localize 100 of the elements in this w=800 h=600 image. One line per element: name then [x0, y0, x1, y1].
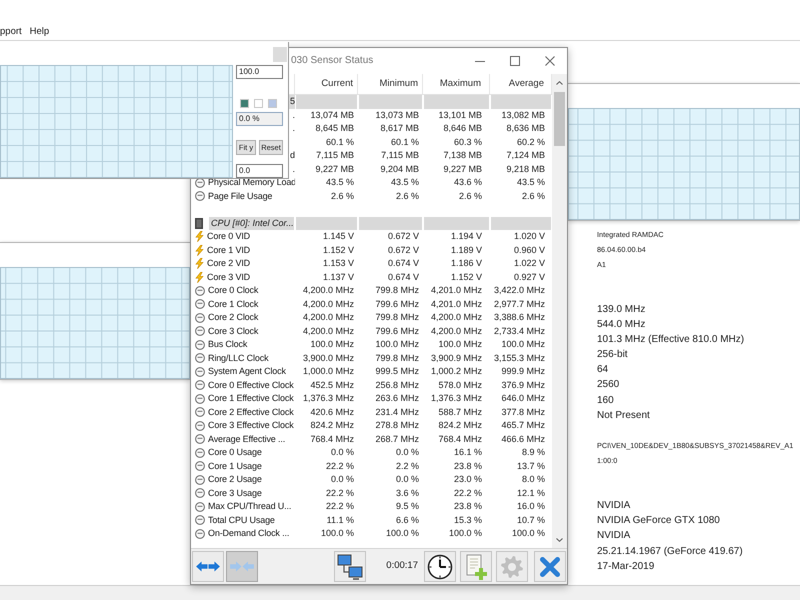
table-cell-text: 9.5 % — [396, 500, 419, 513]
table-cell-text: 1,376.3 MHz — [430, 392, 482, 405]
circle-minus-icon — [195, 191, 205, 202]
scroll-up-icon[interactable] — [556, 80, 563, 84]
detail-value: 2560 — [597, 380, 620, 390]
table-cell-text: 22.2 % — [326, 460, 354, 472]
table-cell-text: 100.0 % — [512, 527, 545, 540]
table-cell-text: 8.9 % — [522, 446, 545, 459]
circle-minus-icon — [195, 340, 205, 350]
swatch-icon[interactable] — [268, 99, 277, 108]
chip-icon — [195, 218, 203, 229]
sensor-name: Core 2 Effective Clock — [208, 406, 294, 418]
table-cell-text: 13.7 % — [516, 460, 545, 472]
table-cell-text: 8,617 MB — [380, 122, 419, 135]
sensor-name: Core 1 Effective Clock — [208, 392, 294, 405]
network-button[interactable] — [334, 551, 366, 582]
circle-minus-icon — [195, 515, 205, 526]
table-cell-text: 7,138 MB — [443, 149, 482, 162]
table-cell-text: 3,422.0 MHz — [494, 284, 545, 297]
column-header[interactable]: Minimum — [358, 74, 423, 94]
table-cell-text: 13,101 MB — [438, 108, 482, 122]
table-cell-text: 4,201.0 MHz — [430, 284, 482, 297]
table-cell-text: 8.0 % — [522, 473, 545, 486]
scroll-down-icon[interactable] — [556, 538, 563, 542]
sensor-name: Page File Usage — [208, 190, 272, 203]
menu-item[interactable]: pport — [0, 26, 22, 38]
lightning-bolt-icon — [195, 258, 204, 270]
table-cell-text: 799.8 MHz — [375, 311, 419, 324]
circle-minus-icon — [195, 474, 205, 485]
table-cell-text: 3,388.6 MHz — [494, 311, 545, 324]
close-button[interactable] — [534, 551, 566, 582]
menu-item[interactable]: Help — [30, 26, 50, 38]
table-cell-text: 23.8 % — [454, 460, 482, 472]
sensor-name: Total CPU Usage — [208, 514, 275, 527]
sensor-name: d — [290, 149, 295, 162]
table-cell-text: 1.189 V — [450, 244, 482, 256]
table-cell-text: 13,073 MB — [375, 108, 419, 122]
column-header[interactable]: Current — [295, 74, 358, 94]
circle-minus-icon — [195, 286, 205, 296]
table-cell-text: 1.020 V — [514, 230, 545, 243]
table-cell-text: 13,082 MB — [501, 108, 545, 122]
table-cell-text: 768.4 MHz — [310, 432, 354, 446]
table-cell-text: 588.7 MHz — [438, 406, 482, 418]
detail-value: 544.0 MHz — [597, 320, 646, 330]
sensor-name: . — [292, 162, 295, 176]
table-cell-text: 452.5 MHz — [310, 378, 354, 392]
input-field[interactable]: 100.0 — [236, 65, 283, 79]
sensor-name: Core 0 Clock — [208, 284, 258, 297]
swatch-icon[interactable] — [254, 99, 263, 108]
lightning-bolt-icon — [195, 231, 204, 242]
sensor-name: Core 0 Usage — [208, 446, 262, 459]
table-cell-text: 100.0 MHz — [501, 338, 545, 351]
table-cell-text: 60.3 % — [454, 136, 482, 148]
circle-minus-icon — [195, 528, 205, 539]
table-cell-text: 2.6 % — [522, 190, 545, 202]
group-header-band — [490, 216, 552, 230]
window-title: 030 Sensor Status — [291, 56, 374, 66]
arrows-button[interactable] — [192, 551, 224, 582]
column-header[interactable]: Maximum — [423, 74, 490, 94]
settings-icon — [500, 554, 524, 578]
table-cell-text: 2.6 % — [396, 190, 419, 202]
lightning-bolt-icon — [195, 272, 204, 283]
table-cell-text: 256.8 MHz — [375, 378, 419, 392]
maximize-icon — [510, 56, 520, 66]
sensor-name: System Agent Clock — [208, 365, 286, 378]
document-plus-icon — [464, 554, 488, 580]
table-cell-text: 7,115 MB — [316, 149, 354, 162]
detail-value: NVIDIA GeForce GTX 1080 — [597, 516, 720, 526]
table-cell-text: 43.5 % — [326, 176, 354, 189]
table-cell-text: 9,227 MB — [443, 162, 482, 176]
table-cell-text: 22.2 % — [326, 500, 354, 513]
sensor-name: . — [292, 122, 295, 135]
table-cell-text: 578.0 MHz — [438, 378, 482, 392]
table-cell-text: 0.927 V — [514, 270, 545, 284]
swatch-icon[interactable] — [240, 99, 249, 108]
clock-icon — [427, 554, 453, 580]
table-cell-text: 7,124 MB — [506, 149, 545, 162]
table-cell-text: 465.7 MHz — [501, 419, 545, 432]
table-cell-text: 768.4 MHz — [438, 432, 482, 446]
table-cell-text: 100.0 % — [320, 527, 354, 540]
input-field[interactable]: 0.0 — [236, 164, 283, 178]
table-cell-text: 1.022 V — [514, 257, 545, 270]
table-cell-text: 4,200.0 MHz — [430, 311, 482, 324]
table-cell-text: 0.672 V — [388, 244, 419, 256]
table-cell-text: 0.960 V — [514, 244, 545, 256]
clock-button[interactable] — [424, 551, 456, 582]
arrows-inward-button[interactable] — [226, 551, 258, 582]
table-cell-text: 15.3 % — [454, 514, 482, 526]
table-cell-text: 23.8 % — [454, 500, 482, 513]
table-cell-text: 11.1 % — [326, 514, 354, 526]
table-cell-text: 646.0 MHz — [501, 392, 545, 405]
sensor-name: Core 2 Clock — [208, 311, 258, 324]
scrollbar-thumb[interactable] — [554, 92, 565, 146]
table-cell-text: 23.0 % — [454, 473, 482, 486]
table-cell-text: 3,900.0 MHz — [302, 352, 354, 364]
table-cell-text: 4,200.0 MHz — [302, 311, 354, 324]
reading-field: 0.0 % — [236, 112, 283, 126]
minimize-icon — [474, 60, 484, 62]
table-cell-text: 4,200.0 MHz — [302, 298, 354, 310]
circle-minus-icon — [195, 434, 205, 444]
